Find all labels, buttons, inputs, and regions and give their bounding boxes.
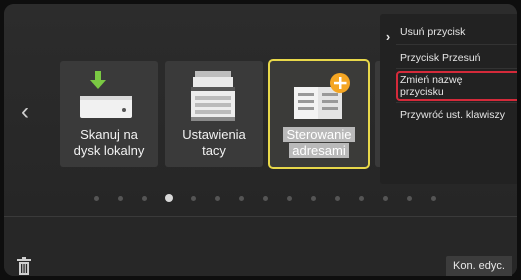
- printer-tray-icon: [191, 71, 235, 121]
- page-dot[interactable]: [191, 196, 196, 201]
- menu-divider: [396, 102, 517, 103]
- device-screen: ‹ Skanuj na dysk lokalny Ustawienia tacy…: [4, 4, 517, 276]
- chevron-right-icon[interactable]: ›: [380, 14, 396, 58]
- page-indicator: [4, 194, 517, 204]
- tile-label: Sterowanie adresami: [270, 127, 368, 159]
- page-dot[interactable]: [118, 196, 123, 201]
- tile-scan-to-local-drive[interactable]: Skanuj na dysk lokalny: [60, 61, 158, 167]
- menu-item-rename-button[interactable]: Zmień nazwę przycisku: [400, 74, 462, 98]
- menu-divider: [396, 44, 517, 45]
- download-drive-icon: [80, 71, 132, 118]
- page-dot-active[interactable]: [165, 194, 173, 202]
- chevron-left-icon[interactable]: ‹: [18, 100, 32, 124]
- page-dot[interactable]: [142, 196, 147, 201]
- page-dot[interactable]: [94, 196, 99, 201]
- tile-label: Skanuj na dysk lokalny: [73, 127, 145, 158]
- edit-context-menu: › Usuń przycisk Przycisk Przesuń Zmień n…: [380, 14, 517, 184]
- page-dot[interactable]: [215, 196, 220, 201]
- page-dot[interactable]: [335, 196, 340, 201]
- menu-divider: [396, 68, 517, 69]
- page-dot[interactable]: [263, 196, 268, 201]
- address-book-add-icon: [294, 73, 350, 119]
- bottom-bar: [4, 217, 517, 276]
- menu-item-delete-button[interactable]: Usuń przycisk: [400, 26, 465, 38]
- tile-label: Ustawienia tacy: [182, 127, 246, 158]
- trash-icon[interactable]: [16, 256, 32, 276]
- page-dot[interactable]: [287, 196, 292, 201]
- page-dot[interactable]: [383, 196, 388, 201]
- page-dot[interactable]: [407, 196, 412, 201]
- page-dot[interactable]: [311, 196, 316, 201]
- tile-address-control[interactable]: Sterowanie adresami: [268, 59, 370, 169]
- page-dot[interactable]: [359, 196, 364, 201]
- menu-item-restore-keys-button[interactable]: Przywróć ust. klawiszy: [400, 109, 505, 121]
- page-dot[interactable]: [239, 196, 244, 201]
- menu-item-move-button[interactable]: Przycisk Przesuń: [400, 52, 481, 64]
- page-dot[interactable]: [431, 196, 436, 201]
- tile-tray-settings[interactable]: Ustawienia tacy: [165, 61, 263, 167]
- finish-edit-button[interactable]: Kon. edyc.: [446, 256, 512, 276]
